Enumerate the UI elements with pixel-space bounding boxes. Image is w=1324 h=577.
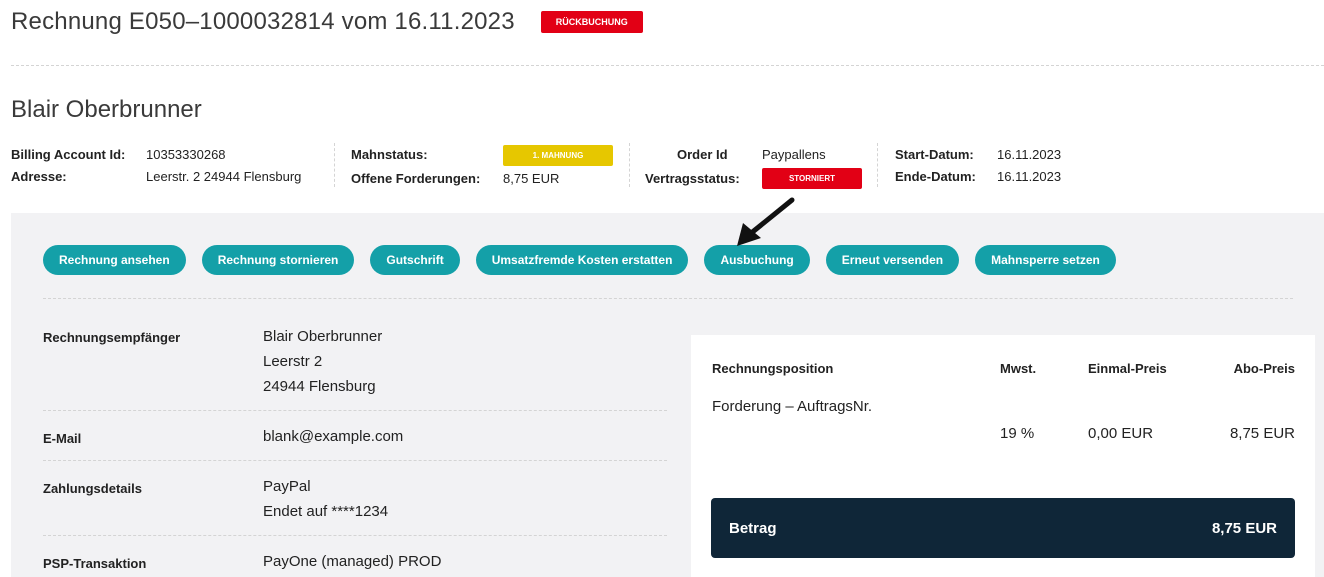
- annotation-arrow-icon: [737, 197, 795, 246]
- detail-row-recipient: Rechnungsempfänger Blair Oberbrunner Lee…: [43, 326, 667, 411]
- title-row: Rechnung E050–1000032814 vom 16.11.2023 …: [11, 6, 643, 38]
- col-header-subscription: Abo-Preis: [1233, 361, 1295, 376]
- open-claims-value: 8,75 EUR: [503, 171, 560, 186]
- recipient-value: Blair Oberbrunner Leerstr 2 24944 Flensb…: [263, 324, 382, 399]
- position-vat: 19 %: [1000, 425, 1035, 442]
- psp-value: PayOne (managed) PROD: [263, 553, 442, 570]
- total-value: 8,75 EUR: [1211, 520, 1277, 537]
- account-info-col-2: Mahnstatus: 1. MAHNUNG Offene Forderunge…: [351, 145, 631, 188]
- detail-row-email: E-Mail blank@example.com: [43, 411, 667, 461]
- order-id-value: Paypallens: [762, 147, 826, 162]
- separator: [334, 143, 335, 187]
- detail-row-payment: Zahlungsdetails PayPal Endet auf ****123…: [43, 461, 667, 536]
- open-claims-label: Offene Forderungen:: [351, 171, 481, 186]
- separator: [629, 143, 630, 187]
- action-bar: Rechnung ansehen Rechnung stornieren Gut…: [43, 245, 1116, 275]
- total-box: Betrag 8,75 EUR: [711, 498, 1295, 558]
- col-header-one-time: Einmal-Preis: [1088, 361, 1167, 376]
- dunning-badge: 1. MAHNUNG: [503, 145, 613, 166]
- resend-button[interactable]: Erneut versenden: [825, 245, 960, 275]
- account-info: Billing Account Id: 10353330268 Adresse:…: [11, 143, 1324, 192]
- invoice-positions-card: Rechnungsposition Mwst. Einmal-Preis Abo…: [691, 335, 1315, 577]
- recipient-city: 24944 Flensburg: [263, 378, 376, 395]
- refund-costs-button[interactable]: Umsatzfremde Kosten erstatten: [475, 245, 689, 275]
- account-info-col-3: Order Id Paypallens Vertragsstatus: STOR…: [645, 146, 875, 189]
- end-date-value: 16.11.2023: [997, 169, 1062, 184]
- contract-status-label: Vertragsstatus:: [645, 171, 740, 186]
- end-date-label: Ende-Datum:: [895, 169, 976, 184]
- page-title: Rechnung E050–1000032814 vom 16.11.2023: [11, 8, 515, 35]
- position-one-time: 0,00 EUR: [1088, 425, 1154, 442]
- payment-label: Zahlungsdetails: [43, 481, 142, 496]
- billing-account-label: Billing Account Id:: [11, 147, 126, 162]
- order-id-label: Order Id: [677, 147, 728, 162]
- total-label: Betrag: [729, 520, 777, 537]
- separator: [877, 143, 878, 187]
- billing-account-value: 10353330268: [146, 147, 226, 162]
- credit-note-button[interactable]: Gutschrift: [370, 245, 460, 275]
- status-badge: RÜCKBUCHUNG: [540, 11, 643, 33]
- position-subscription: 8,75 EUR: [1229, 425, 1295, 442]
- customer-name: Blair Oberbrunner: [11, 96, 202, 123]
- recipient-street: Leerstr 2: [263, 353, 323, 370]
- divider: [43, 298, 1293, 299]
- psp-label: PSP-Transaktion: [43, 556, 147, 571]
- address-label: Adresse:: [11, 169, 67, 184]
- dunning-block-button[interactable]: Mahnsperre setzen: [975, 245, 1116, 275]
- recipient-name: Blair Oberbrunner: [263, 328, 383, 345]
- invoice-panel: Rechnung ansehen Rechnung stornieren Gut…: [11, 213, 1324, 577]
- dunning-label: Mahnstatus:: [351, 147, 428, 162]
- address-value: Leerstr. 2 24944 Flensburg: [146, 169, 302, 184]
- email-label: E-Mail: [43, 431, 82, 446]
- recipient-label: Rechnungsempfänger: [43, 330, 181, 345]
- email-value: blank@example.com: [263, 428, 404, 445]
- payment-method: PayPal: [263, 478, 311, 495]
- payment-value: PayPal Endet auf ****1234: [263, 474, 388, 524]
- divider: [11, 65, 1324, 66]
- account-info-col-1: Billing Account Id: 10353330268 Adresse:…: [11, 146, 331, 188]
- view-invoice-button[interactable]: Rechnung ansehen: [43, 245, 186, 275]
- cancel-invoice-button[interactable]: Rechnung stornieren: [201, 245, 355, 275]
- payment-card: Endet auf ****1234: [263, 503, 389, 520]
- invoice-details: Rechnungsempfänger Blair Oberbrunner Lee…: [43, 326, 667, 576]
- position-name: Forderung – AuftragsNr.: [712, 398, 873, 415]
- detail-row-psp: PSP-Transaktion PayOne (managed) PROD: [43, 536, 667, 576]
- start-date-label: Start-Datum:: [895, 147, 974, 162]
- start-date-value: 16.11.2023: [997, 147, 1062, 162]
- account-info-col-4: Start-Datum: 16.11.2023 Ende-Datum: 16.1…: [895, 146, 1115, 188]
- col-header-vat: Mwst.: [1000, 361, 1037, 376]
- contract-status-badge: STORNIERT: [762, 168, 862, 189]
- col-header-position: Rechnungsposition: [712, 361, 834, 376]
